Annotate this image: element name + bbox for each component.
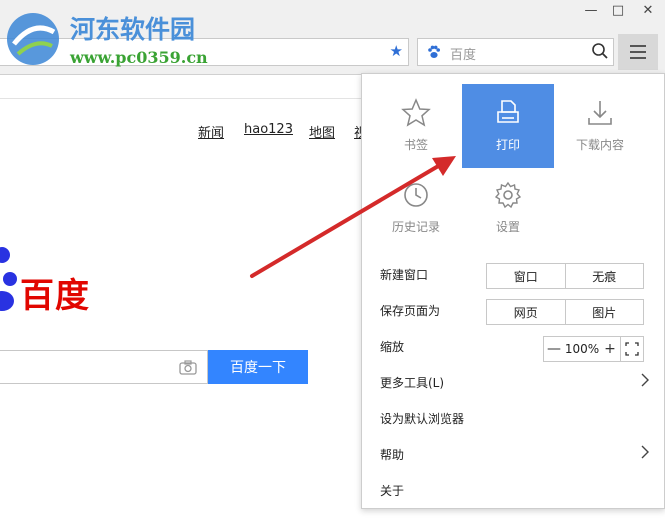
save-as-image-button[interactable]: 图片 <box>564 300 644 324</box>
menu-item-more-tools[interactable]: 更多工具(L) <box>380 374 444 391</box>
tile-label: 打印 <box>495 138 520 152</box>
save-page-label: 保存页面为 <box>380 304 441 318</box>
baidu-search-input[interactable] <box>0 350 208 384</box>
minimize-button[interactable]: — <box>576 0 606 20</box>
new-window-options: 窗口 无痕 <box>486 263 644 289</box>
baidu-paw-logo-icon <box>0 247 17 311</box>
menu-tile-settings[interactable]: 设置 <box>462 168 554 252</box>
baidu-paw-icon <box>428 45 440 58</box>
baidu-search-button[interactable]: 百度一下 <box>208 350 308 384</box>
menu-tile-bookmarks[interactable]: 书签 <box>370 84 462 168</box>
star-icon <box>401 98 431 127</box>
chevron-right-icon <box>641 445 649 459</box>
watermark-logo-icon <box>7 13 59 65</box>
new-window-label: 新建窗口 <box>380 268 429 282</box>
print-icon <box>497 100 519 123</box>
tile-label: 书签 <box>403 138 428 152</box>
camera-icon[interactable] <box>179 360 197 375</box>
tile-label: 历史记录 <box>391 220 440 234</box>
browser-main-menu: 书签 打印 下载内容 历史记录 设置 新建窗口 窗口 无痕 保存页面为 网页 图… <box>361 73 665 509</box>
zoom-control: — 100% + <box>543 336 644 362</box>
search-placeholder: 百度 <box>450 48 477 63</box>
nav-link-map[interactable]: 地图 <box>309 122 335 141</box>
menu-item-help[interactable]: 帮助 <box>380 446 404 463</box>
main-menu-button[interactable] <box>618 34 658 70</box>
zoom-out-button[interactable]: — <box>544 341 564 357</box>
history-icon <box>404 183 428 207</box>
incognito-window-button[interactable]: 无痕 <box>564 264 644 288</box>
baidu-logo-text: 百度 <box>20 276 90 316</box>
save-page-options: 网页 图片 <box>486 299 644 325</box>
fullscreen-button[interactable] <box>620 337 643 361</box>
menu-tile-downloads[interactable]: 下载内容 <box>554 84 646 168</box>
hamburger-icon <box>630 45 646 47</box>
tile-label: 下载内容 <box>575 138 624 152</box>
gear-icon <box>494 181 522 209</box>
nav-link-news[interactable]: 新闻 <box>198 122 224 141</box>
fullscreen-icon <box>625 342 639 356</box>
new-window-button[interactable]: 窗口 <box>487 264 565 288</box>
menu-tile-history[interactable]: 历史记录 <box>370 168 462 252</box>
zoom-label: 缩放 <box>380 340 405 354</box>
download-icon <box>588 101 612 125</box>
bookmark-star-icon[interactable]: ★ <box>390 42 403 60</box>
watermark-url: www.pc0359.cn <box>70 48 208 67</box>
menu-item-set-default-browser[interactable]: 设为默认浏览器 <box>380 410 464 427</box>
save-as-webpage-button[interactable]: 网页 <box>487 300 565 324</box>
content-divider <box>0 98 365 99</box>
maximize-button[interactable]: □ <box>603 0 633 20</box>
watermark-title: 河东软件园 <box>70 15 196 44</box>
search-icon[interactable] <box>591 42 609 60</box>
close-button[interactable]: ✕ <box>633 0 663 20</box>
tile-label: 设置 <box>495 220 520 234</box>
nav-link-hao123[interactable]: hao123 <box>244 122 293 137</box>
menu-item-about[interactable]: 关于 <box>380 482 404 499</box>
chevron-right-icon <box>641 373 649 387</box>
zoom-in-button[interactable]: + <box>600 341 620 357</box>
zoom-level: 100% <box>564 342 600 356</box>
search-box[interactable]: 百度 <box>417 38 614 66</box>
menu-tile-print[interactable]: 打印 <box>462 84 554 168</box>
